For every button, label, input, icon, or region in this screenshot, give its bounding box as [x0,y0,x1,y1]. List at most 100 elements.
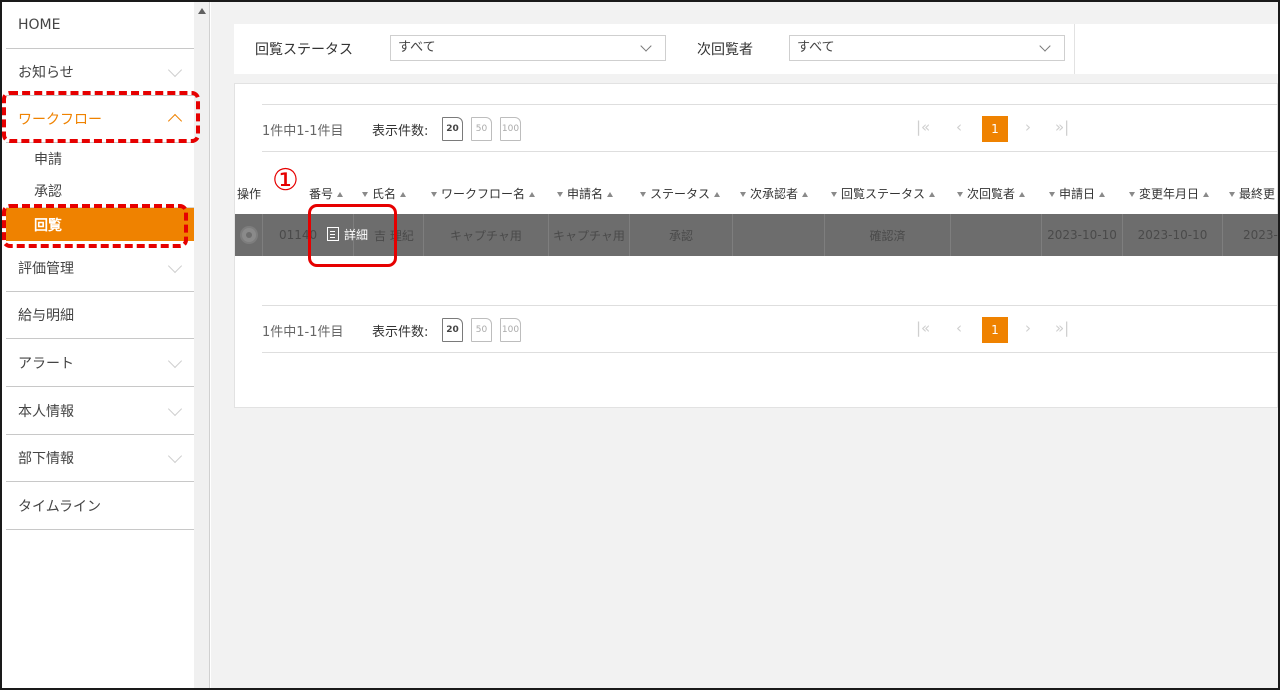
first-page-icon[interactable]: |« [916,319,930,337]
column-header-label: 次承認者 [750,187,799,201]
column-header-application-name[interactable]: 申請名 [557,185,614,202]
column-header-status[interactable]: ステータス [640,185,721,202]
last-page-icon[interactable]: »| [1055,118,1069,136]
sidebar-item-notices[interactable]: お知らせ [6,49,194,96]
sort-asc-icon[interactable] [1203,192,1210,197]
scroll-up-arrow-icon[interactable] [198,8,206,14]
per-page-20-button[interactable]: 20 [442,117,463,141]
filter-divider [1074,24,1075,74]
sort-desc-icon[interactable] [640,192,646,197]
cell-value: 2023-10-10 [1047,228,1117,242]
column-header-label: ステータス [650,187,711,201]
sidebar-item-home[interactable]: HOME [6,2,194,49]
main-content: 回覧ステータス すべて 次回覧者 すべて 1件中1-1件目 表示件数: 20 5… [211,2,1279,688]
column-header-updated-date[interactable]: 変更年月日 [1129,185,1210,202]
per-page-100-button[interactable]: 100 [500,318,521,342]
sort-asc-icon[interactable] [1019,192,1026,197]
sidebar-item-self-info[interactable]: 本人情報 [6,388,194,435]
column-header-number[interactable]: 番号 [309,185,344,202]
sidebar-item-timeline[interactable]: タイムライン [6,483,194,530]
status-cell: 承認 [630,214,733,256]
annotation-highlight-detail [308,204,397,267]
next-viewer-cell [951,214,1042,256]
updated-date-cell: 2023-10-10 [1123,214,1223,256]
column-header-label: 申請日 [1059,187,1096,201]
first-page-icon[interactable]: |« [916,118,930,136]
sidebar-item-label: アラート [18,356,74,372]
sidebar-item-evaluation[interactable]: 評価管理 [6,245,194,292]
cell-value: 確認済 [869,228,906,243]
sidebar-subitem-apply[interactable]: 申請 [6,142,194,175]
sort-desc-icon[interactable] [1229,192,1235,197]
sort-asc-icon[interactable] [929,192,936,197]
column-header-label: 番号 [309,187,334,201]
sidebar-subitem-label: 申請 [34,151,62,168]
sort-asc-icon[interactable] [1099,192,1106,197]
column-header-name[interactable]: 氏名 [362,185,407,202]
column-header-label: 氏名 [372,187,397,201]
chevron-down-icon [167,258,183,274]
last-cell: 2023- [1223,214,1279,256]
per-page-label: 表示件数: [372,124,429,139]
application-name-cell: キャプチャ用 [549,214,630,256]
next-viewer-select-value: すべて [797,40,835,55]
filter-bar: 回覧ステータス すべて 次回覧者 すべて [234,24,1278,74]
sort-asc-icon[interactable] [529,192,536,197]
sidebar-subitem-label: 承認 [34,184,62,200]
view-status-select[interactable]: すべて [390,35,666,61]
next-page-icon[interactable]: › [1025,319,1031,337]
sidebar-item-alert[interactable]: アラート [6,340,194,387]
column-header-workflow-name[interactable]: ワークフロー名 [431,185,536,202]
column-header-applied-date[interactable]: 申請日 [1049,185,1106,202]
sort-desc-icon[interactable] [831,192,837,197]
sort-asc-icon[interactable] [337,192,344,197]
sort-desc-icon[interactable] [1129,192,1135,197]
sort-asc-icon[interactable] [714,192,721,197]
sidebar-item-payslip[interactable]: 給与明細 [6,292,194,339]
sidebar-item-label: 部下情報 [18,451,74,467]
view-status-filter-label: 回覧ステータス [255,42,353,58]
per-page-20-button[interactable]: 20 [442,318,463,342]
next-viewer-select[interactable]: すべて [789,35,1065,61]
chevron-down-icon [167,62,183,78]
page-1-button[interactable]: 1 [982,317,1008,343]
sidebar-item-label: 給与明細 [18,308,74,324]
cell-value: 2023- [1243,228,1278,242]
prev-page-icon[interactable]: ‹ [956,118,962,136]
sidebar-item-label: 本人情報 [18,404,74,420]
per-page-label: 表示件数: [372,325,429,340]
sort-desc-icon[interactable] [362,192,368,197]
cell-value: キャプチャ用 [450,228,522,243]
column-header-next-approver[interactable]: 次承認者 [740,185,809,202]
page-1-button[interactable]: 1 [982,116,1008,142]
column-header-next-viewer[interactable]: 次回覧者 [957,185,1026,202]
column-header-last[interactable]: 最終更 [1229,185,1275,202]
sort-desc-icon[interactable] [740,192,746,197]
next-page-icon[interactable]: › [1025,118,1031,136]
sort-desc-icon[interactable] [1049,192,1055,197]
cell-value: 承認 [668,228,693,243]
sidebar-item-label: タイムライン [18,499,102,515]
sidebar-item-subordinate-info[interactable]: 部下情報 [6,435,194,482]
divider [262,305,1279,306]
result-count: 1件中1-1件目 [262,124,344,139]
sort-desc-icon[interactable] [557,192,563,197]
sort-asc-icon[interactable] [802,192,809,197]
gear-icon[interactable] [241,228,256,242]
column-header-operation: 操作 [237,185,261,202]
sort-asc-icon[interactable] [607,192,614,197]
prev-page-icon[interactable]: ‹ [956,319,962,337]
column-header-label: 次回覧者 [967,187,1016,201]
per-page-100-button[interactable]: 100 [500,117,521,141]
sort-desc-icon[interactable] [431,192,437,197]
last-page-icon[interactable]: »| [1055,319,1069,337]
chevron-down-icon [640,40,652,52]
chevron-down-icon [167,401,183,417]
per-page-50-button[interactable]: 50 [471,117,492,141]
column-header-view-status[interactable]: 回覧ステータス [831,185,936,202]
per-page-50-button[interactable]: 50 [471,318,492,342]
sort-desc-icon[interactable] [957,192,963,197]
sidebar-item-label: お知らせ [18,65,74,81]
operation-cell[interactable] [235,214,263,256]
sort-asc-icon[interactable] [400,192,407,197]
